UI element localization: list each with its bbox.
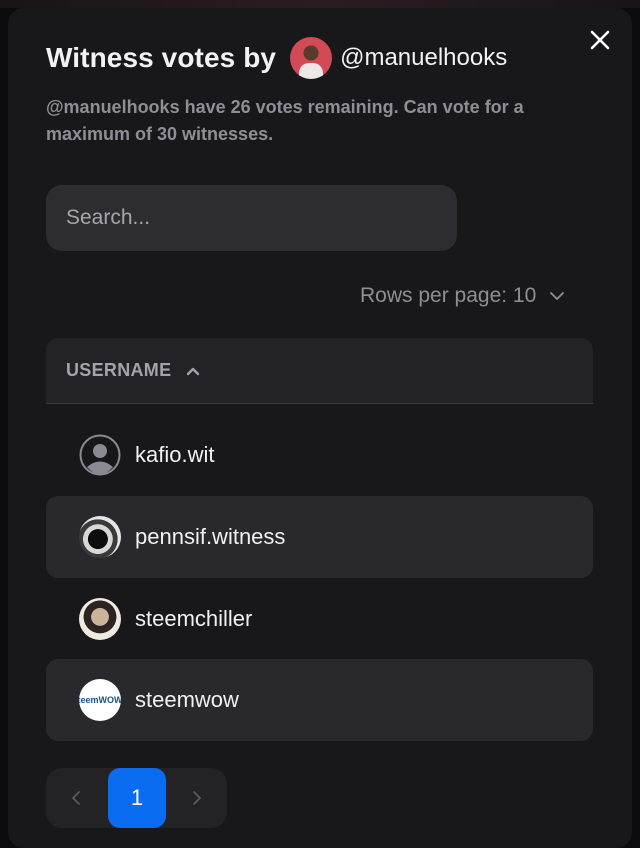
close-button[interactable] <box>580 20 620 60</box>
user-avatar-image <box>79 516 121 558</box>
username-column-header[interactable]: USERNAME <box>66 360 171 381</box>
sort-ascending-icon[interactable] <box>185 363 201 379</box>
votes-remaining-text: @manuelhooks have 26 votes remaining. Ca… <box>46 97 524 144</box>
table-row[interactable]: kafio.wit <box>46 414 593 496</box>
chevron-right-icon <box>193 791 201 805</box>
row-username[interactable]: kafio.wit <box>135 442 214 468</box>
chevron-down-icon <box>550 292 565 300</box>
background-strip <box>0 0 640 8</box>
steemwow-logo: teemWOW <box>79 679 121 721</box>
current-page-button[interactable]: 1 <box>108 768 166 828</box>
table-row[interactable]: pennsif.witness <box>46 496 593 578</box>
rows-per-page-select[interactable]: Rows per page: 10 <box>360 280 566 312</box>
steemwow-logo-text: teemWOW <box>79 695 121 705</box>
pagination: 1 <box>46 768 227 828</box>
modal-header: Witness votes by @manuelhooks <box>46 36 507 80</box>
modal-title: Witness votes by <box>46 42 277 73</box>
account-avatar <box>290 37 333 79</box>
table-row[interactable]: steemchiller <box>46 578 593 660</box>
table-header: USERNAME <box>46 338 593 404</box>
rows-per-page-label: Rows per page: 10 <box>360 284 537 307</box>
row-username[interactable]: steemwow <box>135 687 239 713</box>
row-username[interactable]: steemchiller <box>135 606 252 632</box>
user-avatar-image <box>79 598 121 640</box>
table-row[interactable]: teemWOW steemwow <box>46 659 593 741</box>
account-handle[interactable]: @manuelhooks <box>340 44 507 72</box>
search-input[interactable] <box>46 185 457 251</box>
default-user-icon <box>79 434 121 476</box>
row-username[interactable]: pennsif.witness <box>135 524 285 550</box>
next-page-button[interactable] <box>185 786 209 810</box>
chevron-left-icon <box>72 791 80 805</box>
previous-page-button[interactable] <box>64 786 88 810</box>
close-icon <box>590 30 610 50</box>
